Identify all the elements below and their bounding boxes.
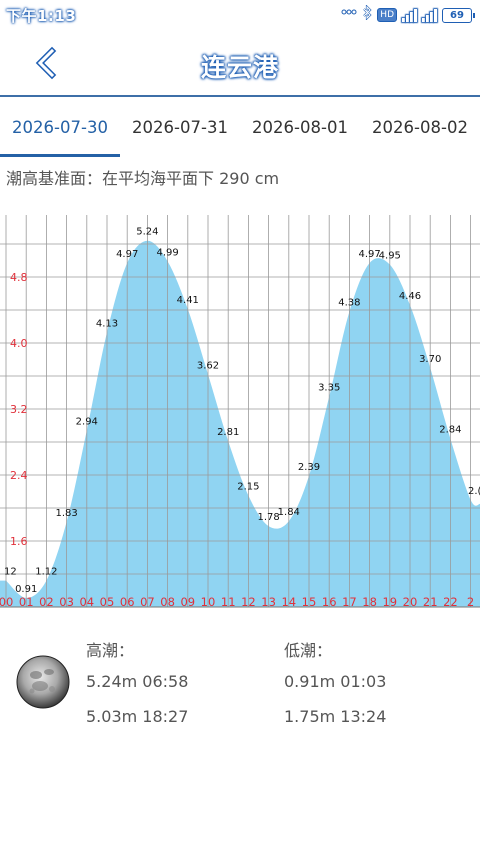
tide-chart-svg: 1.6 2.4 3.2 4.0 4.8 00 01 02 03 04 05 06 07 08 09 10 11 1… <box>0 215 480 609</box>
x-tick-label: 18 <box>362 595 377 609</box>
data-label: 2.( <box>468 486 480 497</box>
y-tick-label: 2.4 <box>10 469 28 482</box>
data-label: 1.12 <box>35 567 57 578</box>
x-tick-label: 04 <box>79 595 94 609</box>
data-label: 3.70 <box>419 354 441 365</box>
tide-info-panel: 高潮： 5.24m 06:58 5.03m 18:27 低潮： 0.91m 01… <box>0 615 480 853</box>
x-tick-label: 07 <box>140 595 155 609</box>
tab-date-2[interactable]: 2026-07-31 <box>120 97 240 157</box>
tab-date-3[interactable]: 2026-08-01 <box>240 97 360 157</box>
x-tick-label: 02 <box>39 595 54 609</box>
signal-icon-2 <box>422 8 437 22</box>
x-tick-label: 20 <box>403 595 418 609</box>
x-tick-label: 10 <box>201 595 216 609</box>
x-tick-label: 06 <box>120 595 135 609</box>
high-tide-entry-2: 5.03m 18:27 <box>86 707 189 726</box>
title-bar: 连云港 <box>0 30 480 96</box>
data-label: 4.97 <box>116 249 138 260</box>
x-tick-label: 14 <box>281 595 296 609</box>
x-tick-label: 19 <box>382 595 397 609</box>
y-tick-label: 4.0 <box>10 337 28 350</box>
data-label: 12 <box>4 567 17 578</box>
x-tick-label: 03 <box>59 595 74 609</box>
data-label: 2.81 <box>217 427 239 438</box>
moon-phase-icon <box>16 655 70 709</box>
x-tick-label: 08 <box>160 595 175 609</box>
data-label: 1.78 <box>257 512 279 523</box>
data-label: 4.97 <box>358 249 380 260</box>
data-label: 4.13 <box>96 318 118 329</box>
x-tick-label: 05 <box>100 595 115 609</box>
data-label: 4.41 <box>177 295 199 306</box>
sound-icon <box>341 5 357 25</box>
x-tick-label: 09 <box>180 595 195 609</box>
x-tick-label: 13 <box>261 595 276 609</box>
data-label: 4.99 <box>156 247 178 258</box>
hd-badge: HD <box>377 8 397 22</box>
data-label: 2.39 <box>298 462 320 473</box>
x-tick-label: 16 <box>322 595 337 609</box>
high-tide-entry-1: 5.24m 06:58 <box>86 672 189 691</box>
low-tide-entry-1: 0.91m 01:03 <box>284 672 387 691</box>
tide-datum-text: 潮高基准面：在平均海平面下 290 cm <box>6 169 280 188</box>
data-label: 3.62 <box>197 360 219 371</box>
data-label: 5.24 <box>136 227 158 238</box>
x-tick-label: 11 <box>221 595 236 609</box>
data-label: 1.84 <box>278 507 300 518</box>
x-tick-label: 21 <box>423 595 438 609</box>
battery-icon: 69 <box>442 7 475 23</box>
x-tick-label: 01 <box>19 595 34 609</box>
x-tick-label: 17 <box>342 595 357 609</box>
page-title: 连云港 <box>200 53 279 82</box>
data-label: 2.94 <box>76 416 98 427</box>
x-tick-label: 15 <box>302 595 317 609</box>
data-label: 4.95 <box>379 251 401 262</box>
high-tide-label: 高潮： <box>86 641 135 660</box>
y-tick-label: 3.2 <box>10 403 28 416</box>
data-label: 1.83 <box>55 508 77 519</box>
low-tide-entry-2: 1.75m 13:24 <box>284 707 387 726</box>
data-label: 4.46 <box>399 291 421 302</box>
status-icons: HD 69 <box>341 3 475 26</box>
data-label: 4.38 <box>338 298 360 309</box>
tide-chart: 1.6 2.4 3.2 4.0 4.8 00 01 02 03 04 05 06 07 08 09 10 11 1… <box>0 215 480 615</box>
bluetooth-icon <box>362 3 372 26</box>
y-tick-label: 1.6 <box>10 535 28 548</box>
date-tabs: 2026-07-30 2026-07-31 2026-08-01 2026-08… <box>0 97 480 157</box>
data-label: 2.84 <box>439 425 461 436</box>
tab-date-1[interactable]: 2026-07-30 <box>0 97 120 157</box>
x-tick-label: 22 <box>443 595 458 609</box>
data-label: 3.35 <box>318 383 340 394</box>
status-bar: 下午1:13 HD 69 <box>0 0 480 30</box>
signal-icon <box>402 8 417 22</box>
x-tick-label: 00 <box>0 595 13 609</box>
data-label: 0.91 <box>15 584 37 595</box>
y-tick-label: 4.8 <box>10 271 28 284</box>
x-tick-label: 12 <box>241 595 256 609</box>
tab-date-4[interactable]: 2026-08-02 <box>360 97 480 157</box>
data-label: 2.15 <box>237 482 259 493</box>
status-time: 下午1:13 <box>6 7 77 25</box>
low-tide-label: 低潮： <box>284 641 333 660</box>
x-tick-label: 2 <box>467 595 474 609</box>
